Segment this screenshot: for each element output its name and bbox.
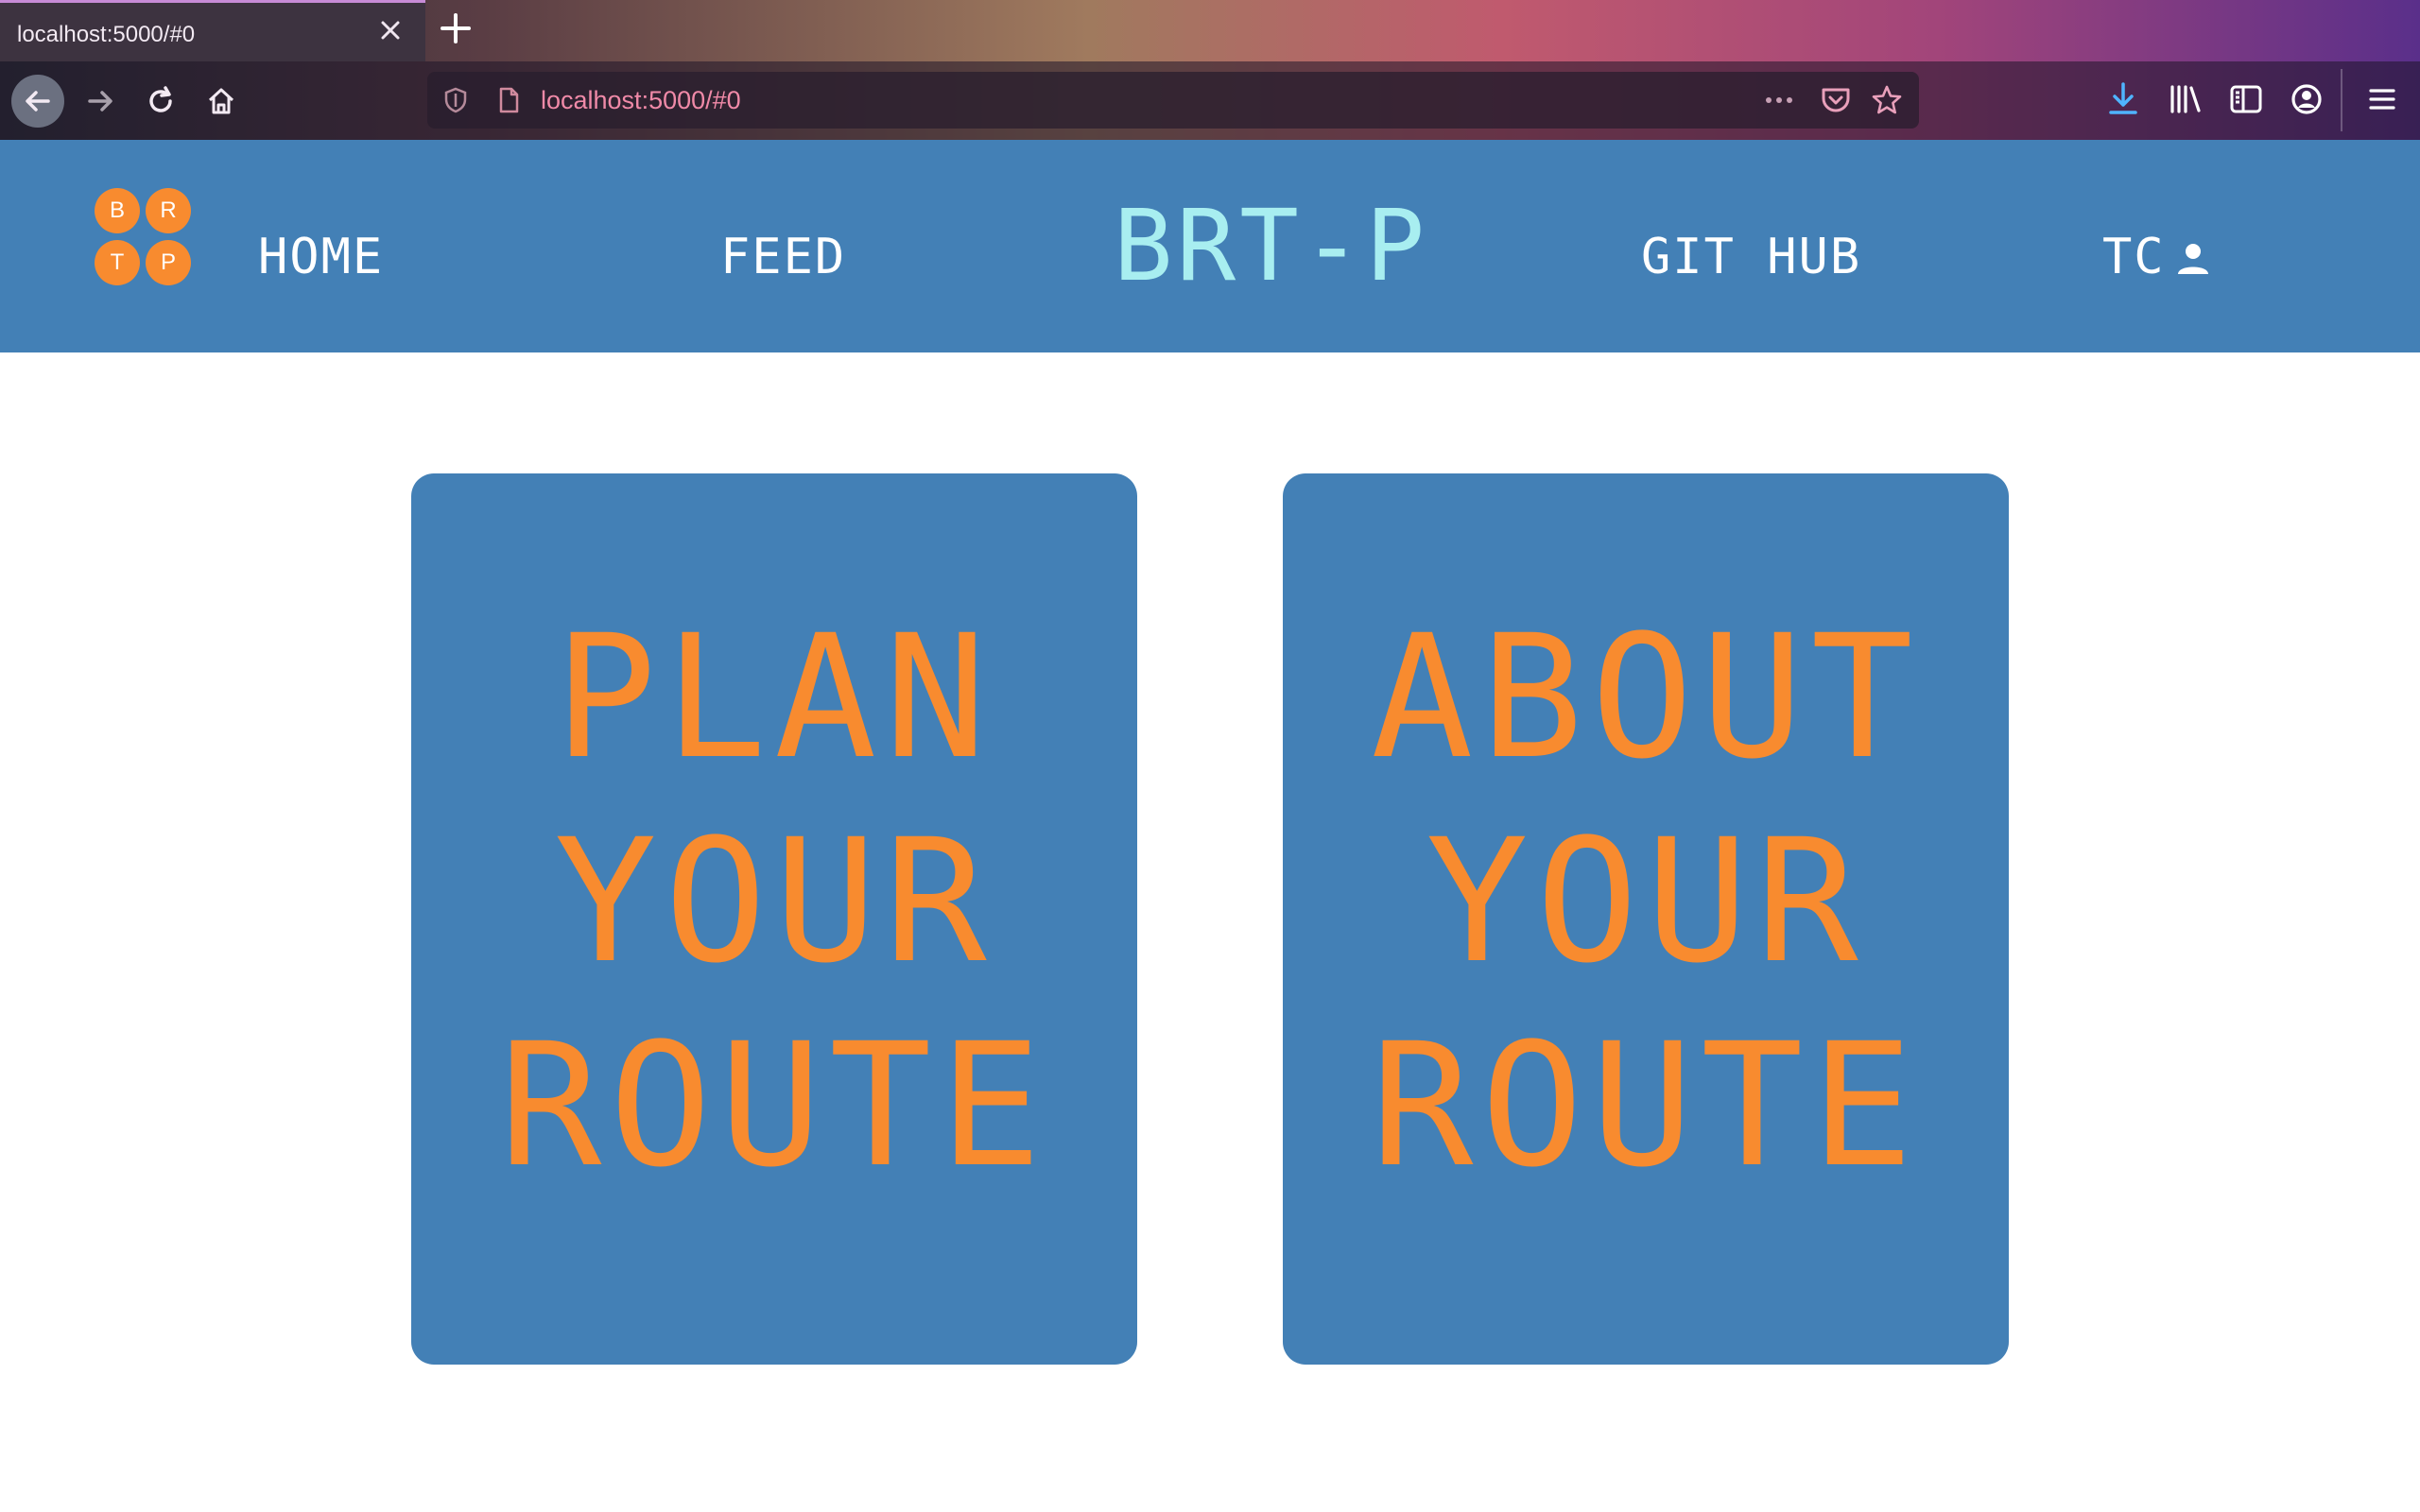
browser-tab[interactable]: localhost:5000/#0 bbox=[0, 0, 425, 61]
toolbar-separator bbox=[2341, 69, 2342, 131]
arrow-right-icon bbox=[88, 91, 112, 112]
tab-strip: localhost:5000/#0 bbox=[0, 0, 2420, 61]
navigation-toolbar: localhost:5000/#0 bbox=[0, 61, 2420, 140]
about-route-card[interactable]: ABOUT YOUR ROUTE bbox=[1283, 473, 2009, 1365]
logo-dot-b: B bbox=[95, 188, 140, 233]
card-text-line: YOUR bbox=[554, 803, 994, 1001]
nav-github-link[interactable]: GIT HUB bbox=[1641, 232, 1861, 282]
browser-chrome: localhost:5000/#0 localhost:5000/#0 bbox=[0, 0, 2420, 140]
card-text-line: PLAN bbox=[554, 599, 994, 797]
reload-icon bbox=[149, 86, 172, 112]
more-actions-icon[interactable] bbox=[1760, 83, 1798, 117]
pocket-icon[interactable] bbox=[1819, 83, 1853, 117]
new-tab-icon[interactable] bbox=[437, 9, 475, 47]
card-text-line: ABOUT bbox=[1371, 599, 1921, 797]
card-text-line: YOUR bbox=[1426, 803, 1866, 1001]
back-button[interactable] bbox=[11, 75, 64, 128]
url-bar[interactable]: localhost:5000/#0 bbox=[427, 72, 1919, 129]
page-icon bbox=[493, 85, 524, 115]
home-button[interactable] bbox=[195, 75, 248, 128]
star-icon[interactable] bbox=[1870, 83, 1904, 117]
card-text-line: ROUTE bbox=[499, 1007, 1049, 1205]
logo[interactable]: B R T P bbox=[95, 188, 193, 286]
tab-title: localhost:5000/#0 bbox=[17, 22, 196, 47]
brand-title[interactable]: BRT-P bbox=[1114, 197, 1428, 295]
nav-feed-link[interactable]: FEED bbox=[720, 232, 846, 282]
sidebar-icon[interactable] bbox=[2225, 78, 2267, 120]
logo-dot-p: P bbox=[146, 240, 191, 285]
site-header: B R T P HOME FEED BRT-P GIT HUB TC bbox=[0, 140, 2420, 352]
arrow-left-icon bbox=[26, 91, 50, 112]
home-icon bbox=[208, 88, 234, 114]
hamburger-menu-icon[interactable] bbox=[2361, 78, 2403, 120]
shield-icon[interactable] bbox=[441, 85, 471, 115]
url-text[interactable]: localhost:5000/#0 bbox=[541, 86, 741, 115]
logo-dot-r: R bbox=[146, 188, 191, 233]
nav-user-link[interactable]: TC bbox=[2102, 232, 2166, 282]
logo-dot-t: T bbox=[95, 240, 140, 285]
user-icon[interactable] bbox=[2174, 240, 2212, 278]
library-icon[interactable] bbox=[2165, 78, 2206, 120]
plan-route-card[interactable]: PLAN YOUR ROUTE bbox=[411, 473, 1137, 1365]
nav-home-link[interactable]: HOME bbox=[258, 232, 384, 282]
download-icon[interactable] bbox=[2102, 78, 2144, 120]
account-icon[interactable] bbox=[2286, 78, 2327, 120]
close-icon[interactable] bbox=[374, 14, 406, 46]
forward-button[interactable] bbox=[74, 75, 127, 128]
reload-button[interactable] bbox=[134, 75, 187, 128]
card-text-line: ROUTE bbox=[1371, 1007, 1921, 1205]
